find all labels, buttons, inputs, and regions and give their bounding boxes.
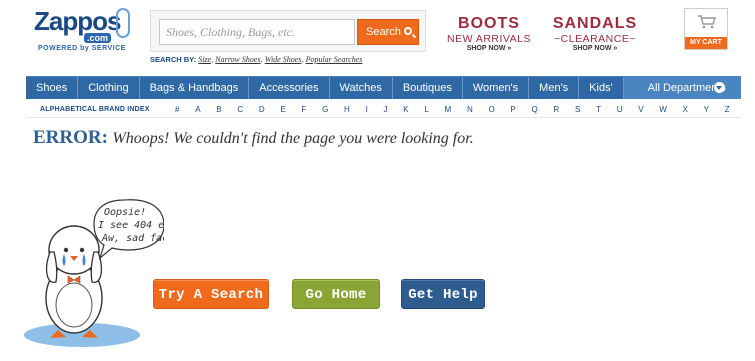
logo-tagline: POWERED by SERVICE bbox=[38, 45, 126, 52]
brand-index-letter[interactable]: Y bbox=[704, 105, 709, 114]
bubble-line-3: Aw, sad face. bbox=[101, 233, 164, 244]
shoe-icon bbox=[116, 8, 130, 38]
brand-index-letter[interactable]: J bbox=[384, 105, 388, 114]
promo-boots-title: BOOTS bbox=[458, 15, 520, 32]
nav-shoes[interactable]: Shoes bbox=[26, 77, 79, 99]
search-by-wide-link[interactable]: Wide Shoes bbox=[265, 55, 302, 64]
sad-penguin-illustration: Oopsie! I see 404 error. Aw, sad face. bbox=[24, 199, 164, 347]
nav-kids[interactable]: Kids' bbox=[579, 77, 624, 99]
brand-index-letter[interactable]: K bbox=[403, 105, 408, 114]
go-home-button[interactable]: Go Home bbox=[292, 279, 380, 309]
brand-index-letter[interactable]: D bbox=[259, 105, 265, 114]
bubble-line-2: I see 404 error. bbox=[98, 220, 164, 231]
search-input[interactable] bbox=[159, 19, 355, 45]
promo-boots-cta: SHOP NOW » bbox=[466, 45, 512, 52]
error-message: Whoops! We couldn't find the page you we… bbox=[112, 130, 474, 147]
search-by-narrow-link[interactable]: Narrow Shoes bbox=[215, 55, 260, 64]
search-box: Search bbox=[150, 10, 426, 52]
chevron-down-icon bbox=[714, 82, 725, 93]
search-by-label: SEARCH BY: bbox=[150, 55, 197, 64]
cart-label: MY CART bbox=[685, 37, 727, 49]
brand-index-letter[interactable]: F bbox=[301, 105, 306, 114]
promo-boots[interactable]: BOOTS NEW ARRIVALS SHOP NOW » bbox=[444, 15, 534, 52]
brand-index-letter[interactable]: Q bbox=[532, 105, 538, 114]
nav-boutiques[interactable]: Boutiques bbox=[393, 77, 463, 99]
zappos-logo[interactable]: Zappos .com POWERED by SERVICE bbox=[34, 6, 132, 54]
get-help-button[interactable]: Get Help bbox=[401, 279, 485, 309]
brand-index-letter[interactable]: L bbox=[424, 105, 428, 114]
brand-index-letter[interactable]: V bbox=[638, 105, 643, 114]
brand-index-letter[interactable]: N bbox=[467, 105, 473, 114]
promo-boots-subtitle: NEW ARRIVALS bbox=[447, 33, 531, 45]
my-cart-button[interactable]: MY CART bbox=[684, 8, 728, 50]
promo-sandals-cta: SHOP NOW » bbox=[572, 45, 618, 52]
brand-index-letter[interactable]: # bbox=[175, 105, 179, 114]
nav-accessories[interactable]: Accessories bbox=[249, 77, 330, 99]
brand-index-letter[interactable]: M bbox=[445, 105, 452, 114]
brand-index-letter[interactable]: R bbox=[553, 105, 559, 114]
nav-clothing[interactable]: Clothing bbox=[78, 77, 140, 99]
search-button-label: Search bbox=[366, 26, 401, 38]
brand-index-letter[interactable]: Z bbox=[725, 105, 730, 114]
brand-index-letter[interactable]: H bbox=[344, 105, 350, 114]
logo-dotcom: .com bbox=[84, 33, 112, 43]
brand-index-letter[interactable]: S bbox=[575, 105, 580, 114]
error-label: ERROR: bbox=[33, 127, 108, 148]
brand-index-letter[interactable]: T bbox=[596, 105, 601, 114]
brand-index-letters: # A B C D E F G H I J K L M N O P Q R S T U V W X Y Z bbox=[175, 105, 730, 114]
try-a-search-button[interactable]: Try A Search bbox=[153, 279, 269, 309]
brand-index-letter[interactable]: W bbox=[659, 105, 667, 114]
brand-index-letter[interactable]: E bbox=[280, 105, 285, 114]
nav-womens[interactable]: Women's bbox=[463, 77, 530, 99]
brand-index-letter[interactable]: O bbox=[488, 105, 494, 114]
nav-bags-handbags[interactable]: Bags & Handbags bbox=[140, 77, 250, 99]
error-heading: ERROR: Whoops! We couldn't find the page… bbox=[33, 127, 474, 149]
brand-index-letter[interactable]: C bbox=[237, 105, 243, 114]
brand-index-letter[interactable]: G bbox=[322, 105, 328, 114]
brand-index-label: ALPHABETICAL BRAND INDEX bbox=[40, 106, 150, 113]
cart-icon bbox=[698, 15, 716, 29]
brand-index-letter[interactable]: P bbox=[510, 105, 515, 114]
bubble-line-1: Oopsie! bbox=[104, 207, 146, 218]
search-icon bbox=[404, 27, 412, 35]
brand-index-letter[interactable]: A bbox=[195, 105, 200, 114]
search-button[interactable]: Search bbox=[357, 19, 419, 45]
search-by-popular-link[interactable]: Popular Searches bbox=[306, 55, 363, 64]
brand-index-letter[interactable]: I bbox=[366, 105, 368, 114]
main-nav: Shoes Clothing Bags & Handbags Accessori… bbox=[26, 76, 741, 99]
promo-sandals-title: SANDALS bbox=[552, 15, 638, 32]
promo-sandals[interactable]: SANDALS ~CLEARANCE~ SHOP NOW » bbox=[550, 15, 640, 52]
promo-sandals-subtitle: ~CLEARANCE~ bbox=[554, 33, 636, 45]
search-by-size-link[interactable]: Size bbox=[198, 55, 211, 64]
alphabetical-brand-index: ALPHABETICAL BRAND INDEX # A B C D E F G H I J K L M N… bbox=[26, 103, 741, 118]
search-by-links: SEARCH BY: Size, Narrow Shoes, Wide Shoe… bbox=[150, 55, 363, 64]
nav-watches[interactable]: Watches bbox=[330, 77, 393, 99]
nav-mens[interactable]: Men's bbox=[529, 77, 580, 99]
brand-index-letter[interactable]: X bbox=[683, 105, 688, 114]
brand-index-letter[interactable]: B bbox=[216, 105, 221, 114]
brand-index-letter[interactable]: U bbox=[617, 105, 623, 114]
nav-all-departments[interactable]: All Departments bbox=[623, 77, 741, 99]
